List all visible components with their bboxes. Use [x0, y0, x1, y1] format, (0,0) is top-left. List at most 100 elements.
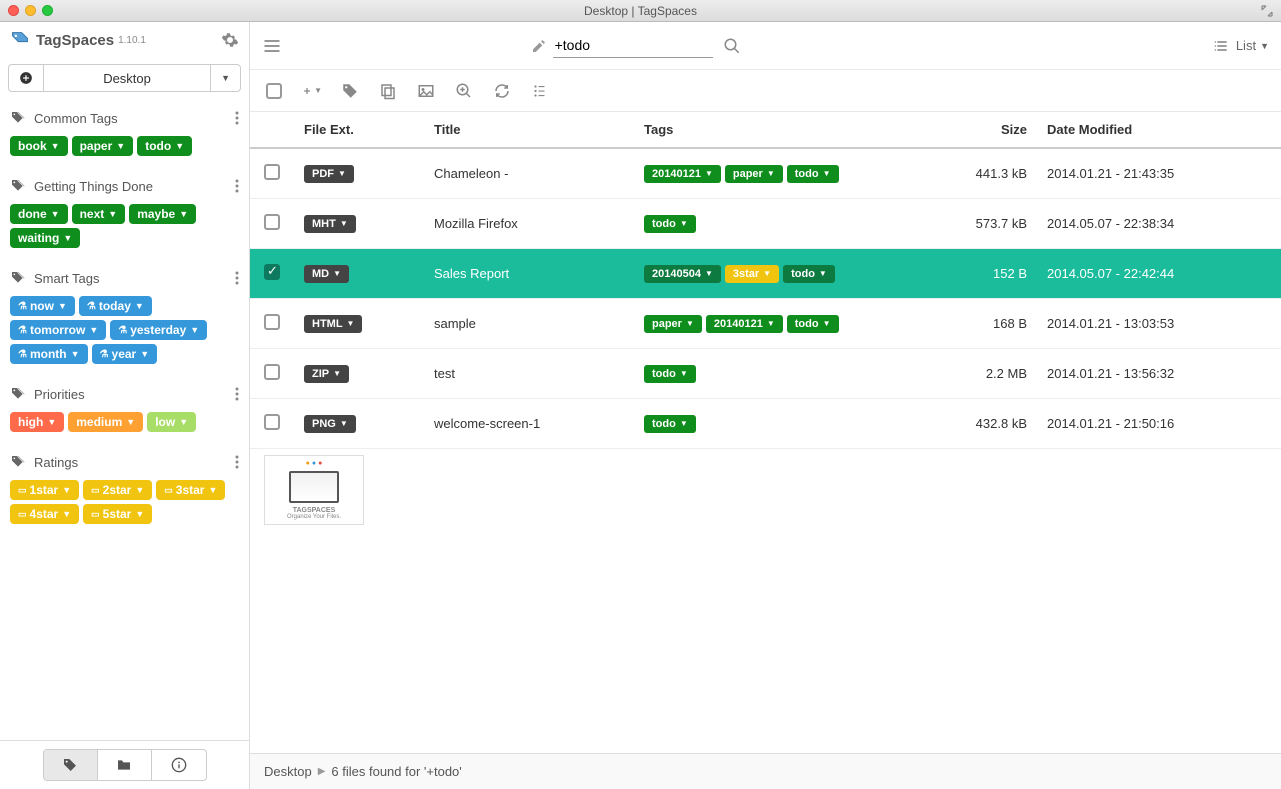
tag-4star[interactable]: ▭4star▼: [10, 504, 79, 524]
tag-maybe[interactable]: maybe▼: [129, 204, 196, 224]
tag-label: 2star: [103, 483, 132, 497]
file-tag-todo[interactable]: todo▼: [783, 265, 835, 283]
tag-book[interactable]: book▼: [10, 136, 68, 156]
tag-month[interactable]: ⚗month▼: [10, 344, 88, 364]
select-all-checkbox[interactable]: [264, 81, 284, 101]
view-switcher[interactable]: List ▼: [1214, 38, 1269, 54]
tag-label: high: [18, 415, 43, 429]
col-header-tags[interactable]: Tags: [644, 122, 927, 137]
file-row[interactable]: ZIP▼testtodo▼2.2 MB2014.01.21 - 13:56:32: [250, 349, 1281, 399]
location-dropdown-toggle[interactable]: ▼: [210, 64, 241, 92]
tag-group-header[interactable]: Common Tags: [10, 104, 239, 132]
group-menu-button[interactable]: [235, 271, 239, 285]
file-tag-paper[interactable]: paper▼: [725, 165, 783, 183]
row-checkbox[interactable]: [264, 364, 280, 380]
row-checkbox[interactable]: [264, 264, 280, 280]
row-checkbox[interactable]: [264, 214, 280, 230]
file-tag-20140504[interactable]: 20140504▼: [644, 265, 721, 283]
tag-5star[interactable]: ▭5star▼: [83, 504, 152, 524]
file-row[interactable]: MD▼Sales Report20140504▼3star▼todo▼152 B…: [250, 249, 1281, 299]
copy-button[interactable]: [378, 81, 398, 101]
tag-now[interactable]: ⚗now▼: [10, 296, 75, 316]
search-button[interactable]: [723, 37, 741, 55]
file-tag-todo[interactable]: todo▼: [644, 365, 696, 383]
add-button[interactable]: ▼: [302, 81, 322, 101]
location-dropdown[interactable]: Desktop: [44, 64, 210, 92]
file-tag-todo[interactable]: todo▼: [787, 315, 839, 333]
add-location-button[interactable]: [8, 64, 44, 92]
file-tag-todo[interactable]: todo▼: [787, 165, 839, 183]
tag-high[interactable]: high▼: [10, 412, 64, 432]
ext-badge[interactable]: PDF▼: [304, 165, 354, 183]
col-header-title[interactable]: Title: [434, 122, 644, 137]
tag-today[interactable]: ⚗today▼: [79, 296, 152, 316]
ext-badge[interactable]: HTML▼: [304, 315, 362, 333]
caret-down-icon: ▼: [680, 369, 688, 378]
tag-group-header[interactable]: Priorities: [10, 380, 239, 408]
breadcrumb[interactable]: Desktop: [264, 764, 312, 779]
file-tag-todo[interactable]: todo▼: [644, 215, 696, 233]
tag-button[interactable]: [340, 81, 360, 101]
caret-down-icon: ▼: [823, 169, 831, 178]
refresh-button[interactable]: [492, 81, 512, 101]
tag-low[interactable]: low▼: [147, 412, 196, 432]
group-menu-button[interactable]: [235, 387, 239, 401]
image-button[interactable]: [416, 81, 436, 101]
tag-label: todo: [652, 418, 676, 430]
search-input[interactable]: [553, 33, 713, 58]
tag-1star[interactable]: ▭1star▼: [10, 480, 79, 500]
edit-icon: [531, 38, 547, 54]
file-row[interactable]: MHT▼Mozilla Firefoxtodo▼573.7 kB2014.05.…: [250, 199, 1281, 249]
file-row[interactable]: PDF▼Chameleon -20140121▼paper▼todo▼441.3…: [250, 149, 1281, 199]
zoom-button[interactable]: [454, 81, 474, 101]
tag-label: month: [30, 347, 67, 361]
file-tag-paper[interactable]: paper▼: [644, 315, 702, 333]
tag-tomorrow[interactable]: ⚗tomorrow▼: [10, 320, 106, 340]
tag-next[interactable]: next▼: [72, 204, 126, 224]
group-menu-button[interactable]: [235, 455, 239, 469]
ext-badge[interactable]: ZIP▼: [304, 365, 349, 383]
tag-medium[interactable]: medium▼: [68, 412, 143, 432]
tag-year[interactable]: ⚗year▼: [92, 344, 158, 364]
tag-yesterday[interactable]: ⚗yesterday▼: [110, 320, 207, 340]
tag-done[interactable]: done▼: [10, 204, 68, 224]
group-menu-button[interactable]: [235, 111, 239, 125]
ext-badge[interactable]: PNG▼: [304, 415, 356, 433]
more-options-button[interactable]: [530, 81, 550, 101]
view-mode-label: List: [1236, 38, 1256, 53]
tags-panel-button[interactable]: [44, 750, 98, 780]
tag-group-header[interactable]: Smart Tags: [10, 264, 239, 292]
file-thumbnail[interactable]: ●●●TAGSPACESOrganize Your Files.: [264, 455, 364, 525]
row-checkbox[interactable]: [264, 314, 280, 330]
tag-3star[interactable]: ▭3star▼: [156, 480, 225, 500]
tag-paper[interactable]: paper▼: [72, 136, 134, 156]
settings-button[interactable]: [221, 31, 239, 49]
tag-group-label: Smart Tags: [34, 271, 100, 286]
file-tag-20140121[interactable]: 20140121▼: [706, 315, 783, 333]
tag-group-header[interactable]: Ratings: [10, 448, 239, 476]
menu-toggle-button[interactable]: [262, 36, 282, 56]
file-row[interactable]: HTML▼samplepaper▼20140121▼todo▼168 B2014…: [250, 299, 1281, 349]
ext-label: HTML: [312, 318, 343, 330]
tags-icon: [10, 178, 26, 194]
file-row[interactable]: PNG▼welcome-screen-1todo▼432.8 kB2014.01…: [250, 399, 1281, 449]
info-panel-button[interactable]: [152, 750, 206, 780]
file-tag-todo[interactable]: todo▼: [644, 415, 696, 433]
row-checkbox[interactable]: [264, 164, 280, 180]
ext-badge[interactable]: MD▼: [304, 265, 349, 283]
col-header-date[interactable]: Date Modified: [1047, 122, 1267, 137]
tag-todo[interactable]: todo▼: [137, 136, 192, 156]
folders-panel-button[interactable]: [98, 750, 152, 780]
tag-2star[interactable]: ▭2star▼: [83, 480, 152, 500]
tag-group-header[interactable]: Getting Things Done: [10, 172, 239, 200]
group-menu-button[interactable]: [235, 179, 239, 193]
col-header-ext[interactable]: File Ext.: [304, 122, 434, 137]
col-header-size[interactable]: Size: [927, 122, 1047, 137]
tag-waiting[interactable]: waiting▼: [10, 228, 80, 248]
caret-down-icon: ▼: [62, 485, 71, 495]
file-tag-20140121[interactable]: 20140121▼: [644, 165, 721, 183]
row-checkbox[interactable]: [264, 414, 280, 430]
tag-label: paper: [652, 318, 682, 330]
ext-badge[interactable]: MHT▼: [304, 215, 356, 233]
file-tag-3star[interactable]: 3star▼: [725, 265, 779, 283]
